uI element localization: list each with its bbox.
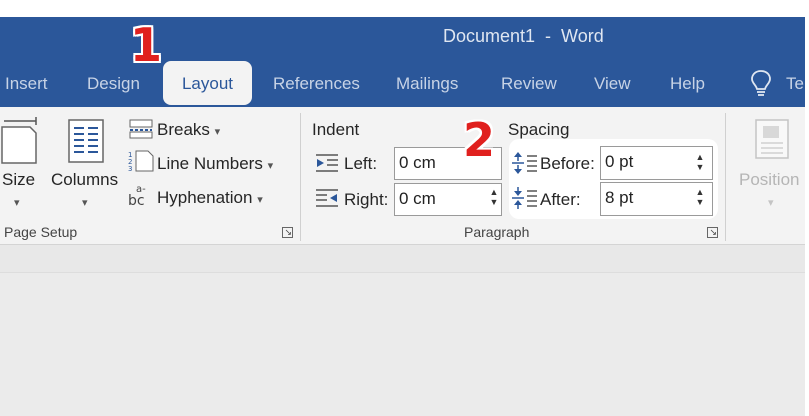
spacing-before-icon	[512, 152, 537, 174]
lightbulb-icon[interactable]	[750, 69, 772, 97]
right-border	[805, 17, 809, 416]
line-numbers-icon: 1 2 3	[128, 150, 154, 172]
position-dropdown-caret[interactable]: ▾	[768, 196, 774, 209]
spacing-before-spinner[interactable]: ▲ ▼	[694, 152, 706, 172]
hyphenation-button[interactable]: Hyphenation ▾	[157, 188, 263, 208]
group-separator	[300, 113, 301, 241]
position-icon	[755, 119, 789, 159]
paragraph-group-label: Paragraph	[464, 224, 530, 240]
indent-right-icon	[316, 189, 338, 207]
svg-text:bc: bc	[128, 193, 145, 208]
document-canvas[interactable]	[0, 272, 806, 416]
hyphenation-icon: a- bc	[128, 184, 146, 208]
breaks-icon	[129, 119, 153, 139]
position-button[interactable]: Position	[739, 170, 799, 190]
size-button[interactable]: Size	[2, 170, 35, 190]
tab-insert[interactable]: Insert	[5, 74, 48, 94]
spacing-header: Spacing	[508, 120, 570, 139]
top-white-strip	[0, 0, 809, 17]
columns-dropdown-caret[interactable]: ▾	[82, 196, 88, 209]
spacing-after-spinner[interactable]: ▲ ▼	[694, 187, 706, 207]
tab-layout[interactable]: Layout	[163, 61, 252, 105]
ribbon-bottom-edge	[0, 244, 809, 272]
indent-header: Indent	[312, 120, 360, 139]
size-icon	[1, 117, 37, 164]
step-1-badge: 1	[130, 18, 163, 72]
spacing-after-label: After:	[540, 190, 581, 209]
columns-button[interactable]: Columns	[51, 170, 118, 190]
tab-view[interactable]: View	[594, 74, 631, 94]
step-2-badge: 2	[463, 113, 496, 167]
page-setup-group-label: Page Setup	[4, 224, 78, 240]
page-setup-dialog-launcher-icon[interactable]: ↘	[282, 227, 293, 238]
paragraph-dialog-launcher-icon[interactable]: ↘	[707, 227, 718, 238]
tab-review[interactable]: Review	[501, 74, 557, 94]
spacing-after-icon	[512, 187, 537, 209]
breaks-button[interactable]: Breaks ▾	[157, 120, 220, 140]
tab-help[interactable]: Help	[670, 74, 705, 94]
indent-right-input[interactable]: 0 cm	[394, 183, 502, 216]
document-title: Document1 - Word	[443, 26, 604, 46]
tell-me-label[interactable]: Te	[786, 74, 804, 94]
title-bar: Document1 - Word Insert Design Layout Re…	[0, 17, 809, 107]
group-separator	[725, 113, 726, 241]
svg-text:3: 3	[128, 165, 132, 172]
tab-references[interactable]: References	[273, 74, 360, 94]
tab-design[interactable]: Design	[87, 74, 140, 94]
tab-mailings[interactable]: Mailings	[396, 74, 458, 94]
columns-icon	[68, 119, 104, 163]
spacing-before-label: Before:	[540, 154, 595, 173]
line-numbers-button[interactable]: Line Numbers ▾	[157, 154, 273, 174]
indent-left-label: Left:	[344, 154, 378, 173]
indent-left-icon	[316, 154, 338, 172]
size-dropdown-caret[interactable]: ▾	[14, 196, 20, 209]
indent-right-spinner[interactable]: ▲ ▼	[488, 187, 500, 207]
indent-right-label: Right:	[344, 190, 389, 209]
